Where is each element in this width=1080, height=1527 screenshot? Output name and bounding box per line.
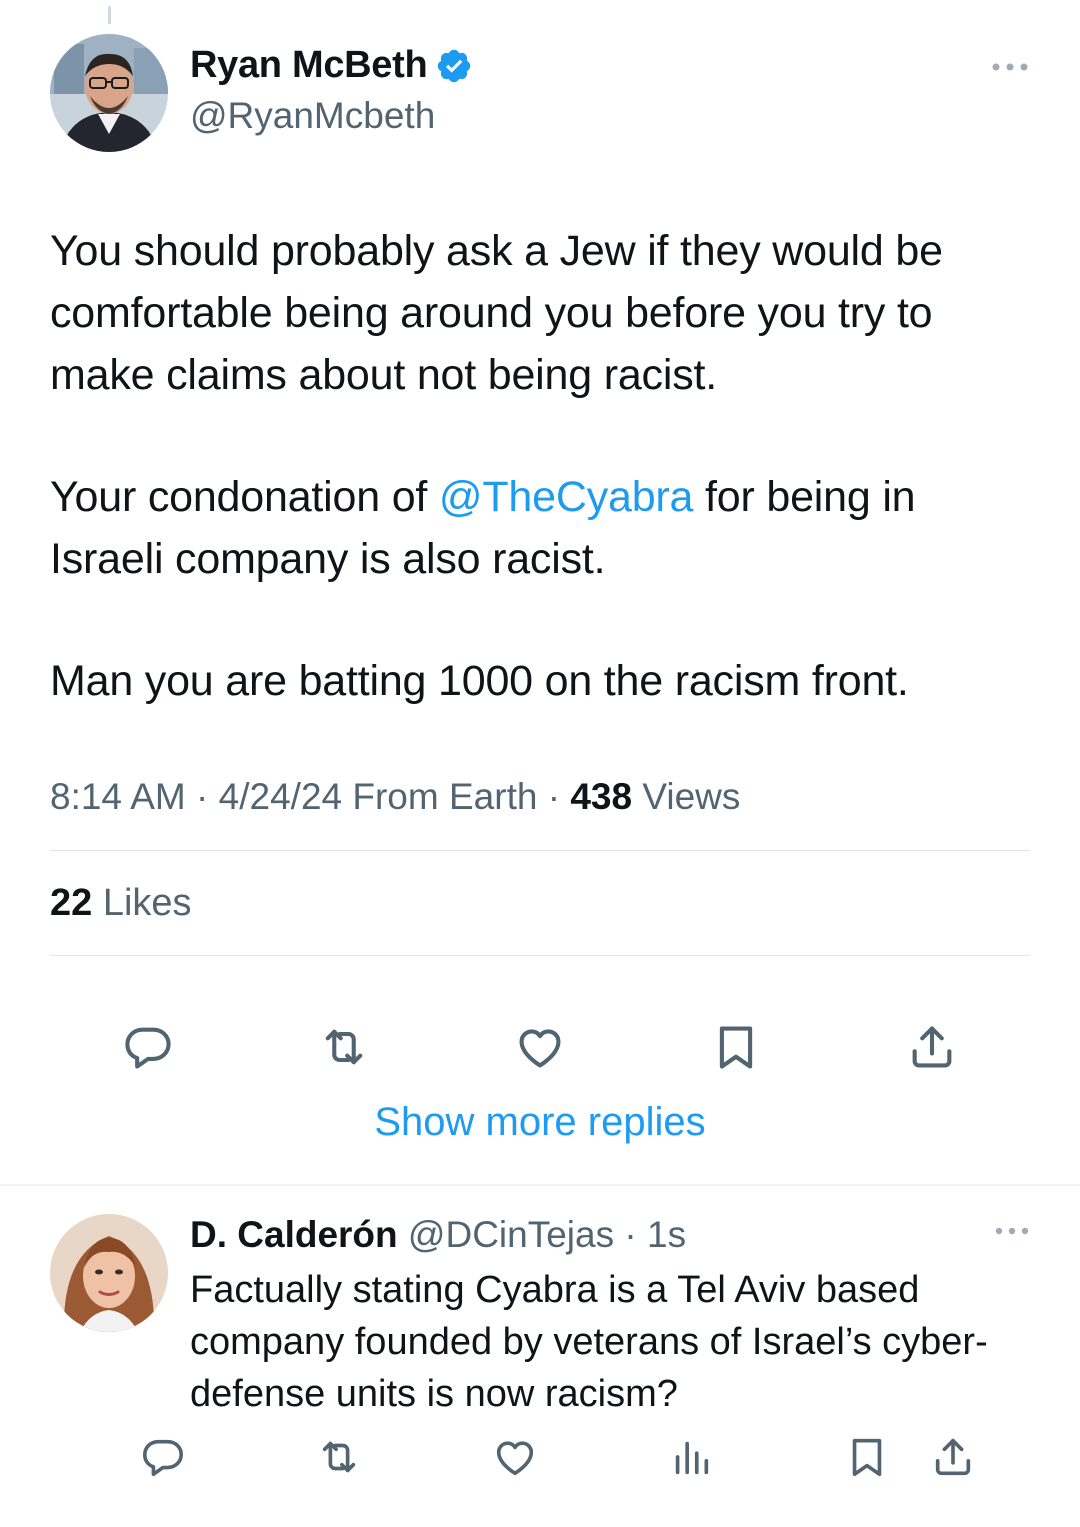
tweet-actions-bar [50,989,1030,1099]
share-icon[interactable] [906,1021,958,1073]
reply-icon[interactable] [140,1434,186,1480]
author-block: Ryan McBeth @RyanMcbeth [190,44,473,137]
separator-dot: · [185,776,219,817]
separator-dot: · [614,1214,647,1255]
bookmark-icon[interactable] [710,1021,762,1073]
views-count: 438 [570,776,633,817]
share-icon[interactable] [930,1434,976,1480]
mention-link[interactable]: @TheCyabra [439,473,694,521]
likes-label: Likes [92,882,192,924]
retweet-icon[interactable] [316,1434,362,1480]
avatar[interactable] [50,34,168,152]
more-options-icon[interactable] [990,60,1030,78]
show-more-replies-link[interactable]: Show more replies [0,1100,1080,1145]
divider [50,850,1030,851]
tweet-paragraph: Man you are batting 1000 on the racism f… [50,657,909,705]
views-icon[interactable] [668,1434,714,1480]
author-name[interactable]: Ryan McBeth [190,44,428,87]
tweet-paragraph: Your condonation of @TheCyabra for being… [50,466,1030,590]
author-handle[interactable]: @RyanMcbeth [190,95,473,137]
reply-author-handle[interactable]: @DCinTejas [408,1214,614,1255]
tweet-paragraph: You should probably ask a Jew if they wo… [50,227,943,399]
reply-timestamp[interactable]: 1s [647,1214,686,1255]
tweet-text-segment: Your condonation of [50,473,439,521]
tweet-date[interactable]: 4/24/24 [219,776,342,817]
reply-author-name[interactable]: D. Calderón [190,1214,398,1255]
tweet-metadata: 8:14 AM · 4/24/24 From Earth · 438 Views [50,776,740,818]
separator-dot: · [537,776,571,817]
retweet-icon[interactable] [318,1021,370,1073]
verified-badge-icon [435,47,473,85]
thread-connector-line [108,6,111,24]
reply-actions-bar [140,1434,980,1494]
tweet-time[interactable]: 8:14 AM [50,776,186,817]
reply-header: D. Calderón @DCinTejas · 1s [190,1214,686,1256]
section-separator [0,1184,1080,1186]
tweet-location: From Earth [342,776,538,817]
like-icon[interactable] [492,1434,538,1480]
divider [50,955,1030,956]
like-icon[interactable] [514,1021,566,1073]
bookmark-icon[interactable] [844,1434,890,1480]
more-options-icon[interactable] [994,1224,1030,1242]
avatar[interactable] [50,1214,168,1332]
likes-stat[interactable]: 22 Likes [50,882,192,925]
reply-text: Factually stating Cyabra is a Tel Aviv b… [190,1269,988,1415]
reply-icon[interactable] [122,1021,174,1073]
likes-count: 22 [50,882,93,924]
tweet-text: You should probably ask a Jew if they wo… [50,220,1030,772]
views-label: Views [632,776,741,817]
